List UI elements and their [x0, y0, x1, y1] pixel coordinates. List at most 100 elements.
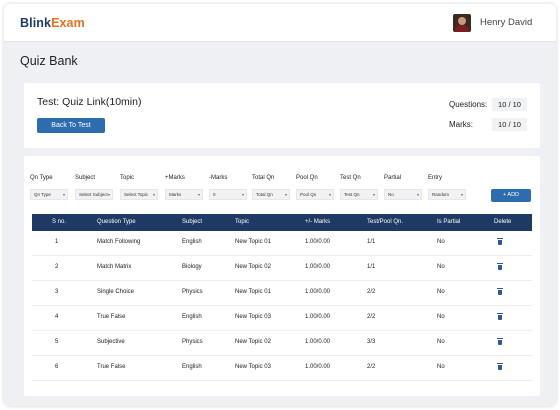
filter-label-2: Topic: [120, 175, 135, 181]
column-header-2[interactable]: Subject: [182, 219, 202, 225]
table-cell: Match Following: [97, 239, 141, 245]
table-cell: 1.00/0.00: [305, 239, 331, 245]
table-cell: New Topic 03: [235, 364, 271, 370]
app-window: BlinkExam Henry David Quiz Bank Test: Qu…: [4, 4, 556, 406]
table-cell: English: [182, 364, 202, 370]
column-header-4[interactable]: +/- Marks: [305, 219, 330, 225]
user-name[interactable]: Henry David: [480, 17, 532, 28]
table-cell: New Topic 01: [235, 239, 271, 245]
test-title: Test: Quiz Link(10min): [37, 96, 142, 108]
column-header-5[interactable]: Test/Pool Qn.: [367, 219, 403, 225]
quiz-bank-card: Qn Type Qn Type ▾ Subject Select Subject ▾ Top…: [24, 156, 540, 396]
table-cell: 2/2: [367, 289, 376, 295]
filter-select-5[interactable]: Total Qn ▾: [252, 189, 290, 200]
questions-value: 10 / 10: [492, 98, 527, 111]
column-header-1[interactable]: Question Type: [97, 219, 136, 225]
table-cell: 1.00/0.00: [305, 289, 331, 295]
brand-logo[interactable]: BlinkExam: [20, 16, 85, 30]
test-summary-card: Test: Quiz Link(10min) Back To Test Ques…: [24, 83, 540, 148]
filter-label-4: -Marks: [209, 175, 228, 181]
filter-select-0[interactable]: Qn Type ▾: [30, 189, 68, 200]
table-cell: 3/3: [367, 339, 376, 345]
table-cell: Physics: [182, 339, 203, 345]
chevron-down-icon: ▾: [62, 192, 65, 197]
table-cell: 1.00/0.00: [305, 264, 331, 270]
table-cell: No: [437, 239, 445, 245]
table-cell: 3: [55, 289, 59, 295]
table-row[interactable]: 5 Subjective Physics New Topic 02 1.00/0.00 3…: [32, 331, 532, 356]
table-cell: No: [437, 264, 445, 270]
table-cell: 5: [55, 339, 59, 345]
filter-select-6[interactable]: Pool Qn ▾: [296, 189, 334, 200]
filter-select-value: Qn Type: [34, 192, 51, 197]
filter-select-value: No: [388, 192, 394, 197]
table-row[interactable]: 6 True False English New Topic 03 1.00/0.00 2…: [32, 356, 532, 381]
table-cell: Physics: [182, 289, 203, 295]
trash-icon[interactable]: [497, 238, 503, 246]
table-row[interactable]: 1 Match Following English New Topic 01 1.00/…: [32, 231, 532, 256]
table-cell: No: [437, 364, 445, 370]
table-cell: English: [182, 314, 202, 320]
filter-select-value: Test Qn: [344, 192, 360, 197]
trash-icon[interactable]: [497, 263, 503, 271]
table-cell: No: [437, 339, 445, 345]
filter-select-7[interactable]: Test Qn ▾: [340, 189, 378, 200]
user-avatar[interactable]: [453, 14, 471, 32]
table-cell: 2: [55, 264, 59, 270]
table-cell: 1: [55, 239, 59, 245]
table-row[interactable]: 4 True False English New Topic 03 1.00/0.00 2…: [32, 306, 532, 331]
table-cell: 2/2: [367, 314, 376, 320]
chevron-down-icon: ▾: [107, 192, 110, 197]
chevron-down-icon: ▾: [372, 192, 375, 197]
filter-select-8[interactable]: No ▾: [384, 189, 422, 200]
filter-select-2[interactable]: Select Topic ▾: [120, 189, 158, 200]
filter-select-value: Pool Qn: [300, 192, 317, 197]
table-row[interactable]: 2 Match Matrix Biology New Topic 02 1.00/0.0…: [32, 256, 532, 281]
table-cell: Single Choice: [97, 289, 135, 295]
table-header: S no. Question Type Subject Topic +/- Marks T…: [32, 214, 532, 231]
table-cell: Subjective: [97, 339, 125, 345]
filter-label-3: +Marks: [165, 175, 185, 181]
filter-label-5: Total Qn: [252, 175, 275, 181]
table-cell: English: [182, 239, 202, 245]
chevron-down-icon: ▾: [284, 192, 287, 197]
add-button[interactable]: + ADD: [491, 189, 531, 202]
table-cell: 1.00/0.00: [305, 339, 331, 345]
marks-value: 10 / 10: [492, 118, 527, 131]
filter-label-6: Pool Qn: [296, 175, 318, 181]
table-row[interactable]: 3 Single Choice Physics New Topic 01 1.00/0.…: [32, 281, 532, 306]
chevron-down-icon: ▾: [460, 192, 463, 197]
table-cell: 1/1: [367, 264, 376, 270]
filter-select-value: Select Topic: [124, 192, 149, 197]
table-cell: True False: [97, 364, 126, 370]
column-header-3[interactable]: Topic: [235, 219, 249, 225]
column-header-7: Delete: [494, 219, 512, 225]
trash-icon[interactable]: [497, 338, 503, 346]
filter-select-9[interactable]: Random ▾: [428, 189, 466, 200]
filter-select-3[interactable]: Marks ▾: [165, 189, 203, 200]
trash-icon[interactable]: [497, 288, 503, 296]
filter-label-7: Test Qn: [340, 175, 361, 181]
table-cell: Biology: [182, 264, 202, 270]
filter-select-value: Total Qn: [256, 192, 273, 197]
filter-select-value: 0: [213, 192, 216, 197]
table-cell: 1/1: [367, 239, 376, 245]
trash-icon[interactable]: [497, 313, 503, 321]
column-header-6[interactable]: Is Partial: [437, 219, 460, 225]
table-cell: No: [437, 314, 445, 320]
column-header-0[interactable]: S no.: [52, 219, 66, 225]
filter-select-4[interactable]: 0 ▾: [209, 189, 247, 200]
marks-label: Marks:: [449, 120, 473, 129]
trash-icon[interactable]: [497, 363, 503, 371]
table-cell: No: [437, 289, 445, 295]
logo-part-blink: Blink: [20, 16, 52, 30]
questions-label: Questions:: [449, 100, 488, 109]
table-cell: 4: [55, 314, 59, 320]
back-to-test-button[interactable]: Back To Test: [37, 118, 105, 133]
table-cell: New Topic 02: [235, 339, 271, 345]
table-cell: 2/2: [367, 364, 376, 370]
filter-select-1[interactable]: Select Subject ▾: [75, 189, 113, 200]
filter-select-value: Select Subject: [79, 192, 108, 197]
filter-label-8: Partial: [384, 175, 402, 181]
top-bar: BlinkExam Henry David: [4, 4, 556, 42]
